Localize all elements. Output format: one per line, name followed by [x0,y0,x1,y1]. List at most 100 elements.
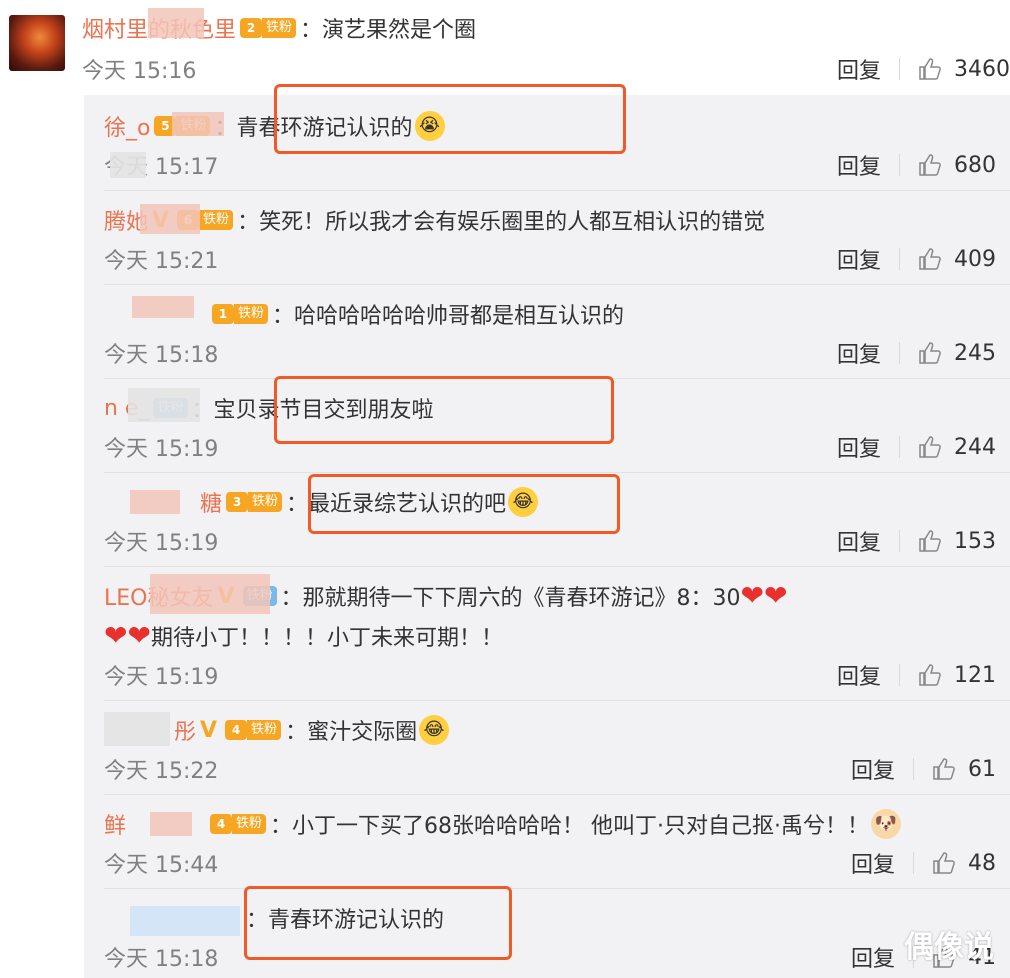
watermark: 偶像说 [904,930,994,965]
reply-button[interactable]: 回复 [851,847,895,879]
action-divider [913,852,914,874]
thumbs-up-icon[interactable] [918,247,942,271]
comment-actions: 回复 153 [837,525,996,557]
thumbs-up-icon[interactable] [918,663,942,687]
comment-actions: 回复 48 [851,847,996,879]
divider [104,472,1010,473]
like-count: 680 [954,152,996,178]
blur-overlay [150,812,192,836]
comment-text: ：蜜汁交际圈 [285,720,418,745]
blur-overlay [148,8,204,38]
action-divider [899,248,900,270]
reply-button[interactable]: 回复 [837,431,881,463]
comment-actions: 回复 245 [837,337,996,369]
reply-button[interactable]: 回复 [837,525,881,557]
comment-text: ：笑死！所以我才会有娱乐圈里的人都互相认识的错觉 [237,210,766,235]
blur-overlay [130,906,240,936]
like-count: 245 [954,340,996,366]
heart-icon: ❤ [127,619,151,652]
like-count: 48 [968,850,996,876]
verified-icon: V [200,717,218,743]
action-divider [899,436,900,458]
fan-badge[interactable]: 4 铁粉 [210,814,267,834]
comment-actions: 回复 680 [837,149,996,181]
crown-icon: 4 [210,814,233,834]
thumbs-up-icon[interactable] [918,153,942,177]
thumbs-up-icon[interactable] [918,57,942,81]
divider [104,888,1010,889]
thumbs-up-icon[interactable] [918,341,942,365]
timestamp: 今天 15:18 [104,343,219,368]
fan-badge[interactable]: 4 铁粉 [225,720,282,740]
comment-actions: 回复 409 [837,243,996,275]
comment-actions: 回复 61 [851,753,996,785]
action-divider [899,58,900,80]
divider [104,566,1010,567]
fan-badge-label: 铁粉 [234,304,269,324]
blur-overlay [110,152,146,178]
divider [104,700,1010,701]
fan-badge-label: 铁粉 [262,18,297,38]
thumbs-up-icon[interactable] [932,851,956,875]
timestamp: 今天 15:18 [104,947,219,972]
comment-actions: 回复 121 [837,659,996,691]
fan-badge[interactable]: 1 铁粉 [212,304,269,324]
heart-icon: ❤ [740,579,764,612]
dog-emoji-icon: 🐶 [871,809,902,839]
comment-text: ：演艺果然是个圈 [300,18,477,43]
like-count: 244 [954,434,996,460]
action-divider [899,530,900,552]
blur-overlay [132,296,194,318]
action-divider [899,154,900,176]
reply-button[interactable]: 回复 [837,337,881,369]
timestamp: 今天 15:22 [104,759,219,784]
reply-button[interactable]: 回复 [851,753,895,785]
crown-icon: 4 [225,720,248,740]
fan-badge-label: 铁粉 [199,210,234,230]
divider [104,190,1010,191]
username[interactable]: 彤 [174,714,196,746]
comment-text: ：哈哈哈哈哈哈帅哥都是相互认识的 [272,304,625,329]
comment-text: ：小丁一下买了68张哈哈哈哈！ 他叫丁·只对自己抠·禹兮！！ [270,814,870,839]
like-count: 61 [968,756,996,782]
highlight-box [274,376,614,444]
comment-text: 期待小丁！！！！小丁未来可期！！ [150,626,503,651]
reply-line: 1 铁粉 ：哈哈哈哈哈哈帅哥都是相互认识的 [208,298,624,330]
laughing-emoji-icon: 😂 [419,715,450,745]
timestamp: 今天 15:16 [82,59,197,84]
reply-button[interactable]: 回复 [837,149,881,181]
blur-overlay [130,490,180,514]
blur-overlay [128,388,200,422]
username[interactable]: 鲜 [104,808,126,840]
reply-line: 腾她 V 6 铁粉 ：笑死！所以我才会有娱乐圈里的人都互相认识的错觉 [104,204,765,236]
highlight-box [244,886,512,960]
thumbs-up-icon[interactable] [932,757,956,781]
reply-button[interactable]: 回复 [837,53,881,85]
username[interactable]: 徐_o [104,110,150,142]
avatar[interactable] [9,15,65,71]
action-divider [899,342,900,364]
username[interactable]: 糖 [200,486,222,518]
thumbs-up-icon[interactable] [918,529,942,553]
comment-actions: 回复 3460 [837,53,1010,85]
comment-text: ：那就期待一下下周六的《青春环游记》8：30 [280,586,741,611]
heart-icon: ❤ [764,579,788,612]
timestamp: 今天 15:44 [104,853,219,878]
fan-badge[interactable]: 3 铁粉 [226,492,283,512]
like-count: 3460 [954,56,1010,82]
crown-icon: 3 [226,492,249,512]
action-divider [899,664,900,686]
timestamp: 今天 15:19 [104,437,219,462]
blur-overlay [172,112,224,136]
fan-badge[interactable]: 2 铁粉 [240,18,297,38]
reply-button[interactable]: 回复 [837,659,881,691]
reply-button[interactable]: 回复 [837,243,881,275]
main-comment-line: 烟村里的秋色里 2 铁粉 ：演艺果然是个圈 [82,12,476,44]
like-count: 121 [954,662,996,688]
timestamp: 今天 15:19 [104,531,219,556]
thumbs-up-icon[interactable] [918,435,942,459]
fan-badge-label: 铁粉 [247,720,282,740]
reply-button[interactable]: 回复 [851,941,895,973]
timestamp: 今天 15:21 [104,249,219,274]
comment-actions: 回复 244 [837,431,996,463]
